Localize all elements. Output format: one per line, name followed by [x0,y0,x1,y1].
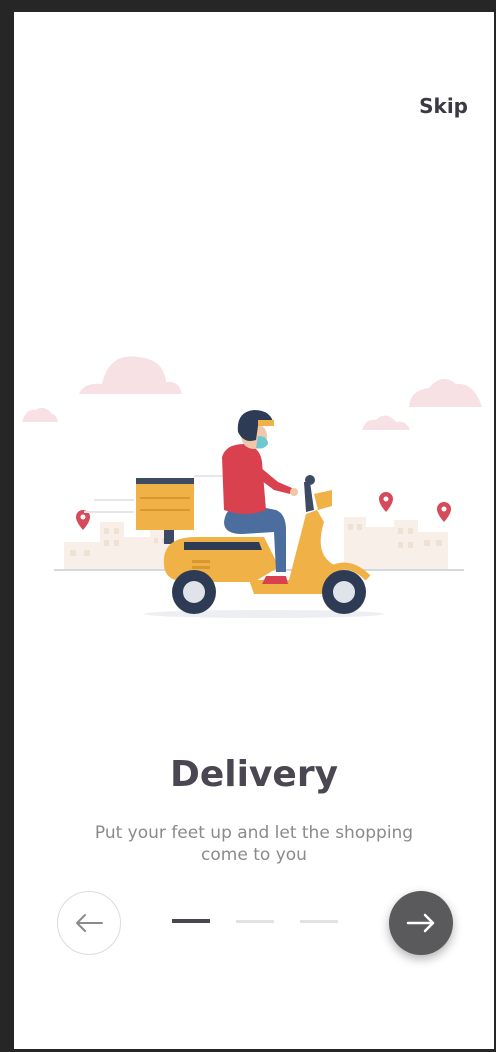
delivery-box [136,478,194,544]
page-indicator-dot-2[interactable] [236,920,274,923]
skip-button[interactable]: Skip [419,94,468,118]
page-indicator [172,919,342,924]
arrow-left-icon [76,914,103,932]
page-indicator-dot-3[interactable] [300,920,338,923]
onboarding-title: Delivery [169,754,339,795]
onboarding-screen: Skip Delivery Put your feet up and let t… [14,12,494,1049]
next-button[interactable] [389,891,453,955]
page-indicator-dot-1[interactable] [172,919,210,923]
previous-button[interactable] [57,891,121,955]
arrow-right-icon [406,913,435,933]
onboarding-subtitle: Put your feet up and let the shopping co… [94,823,414,865]
delivery-illustration [22,356,482,618]
